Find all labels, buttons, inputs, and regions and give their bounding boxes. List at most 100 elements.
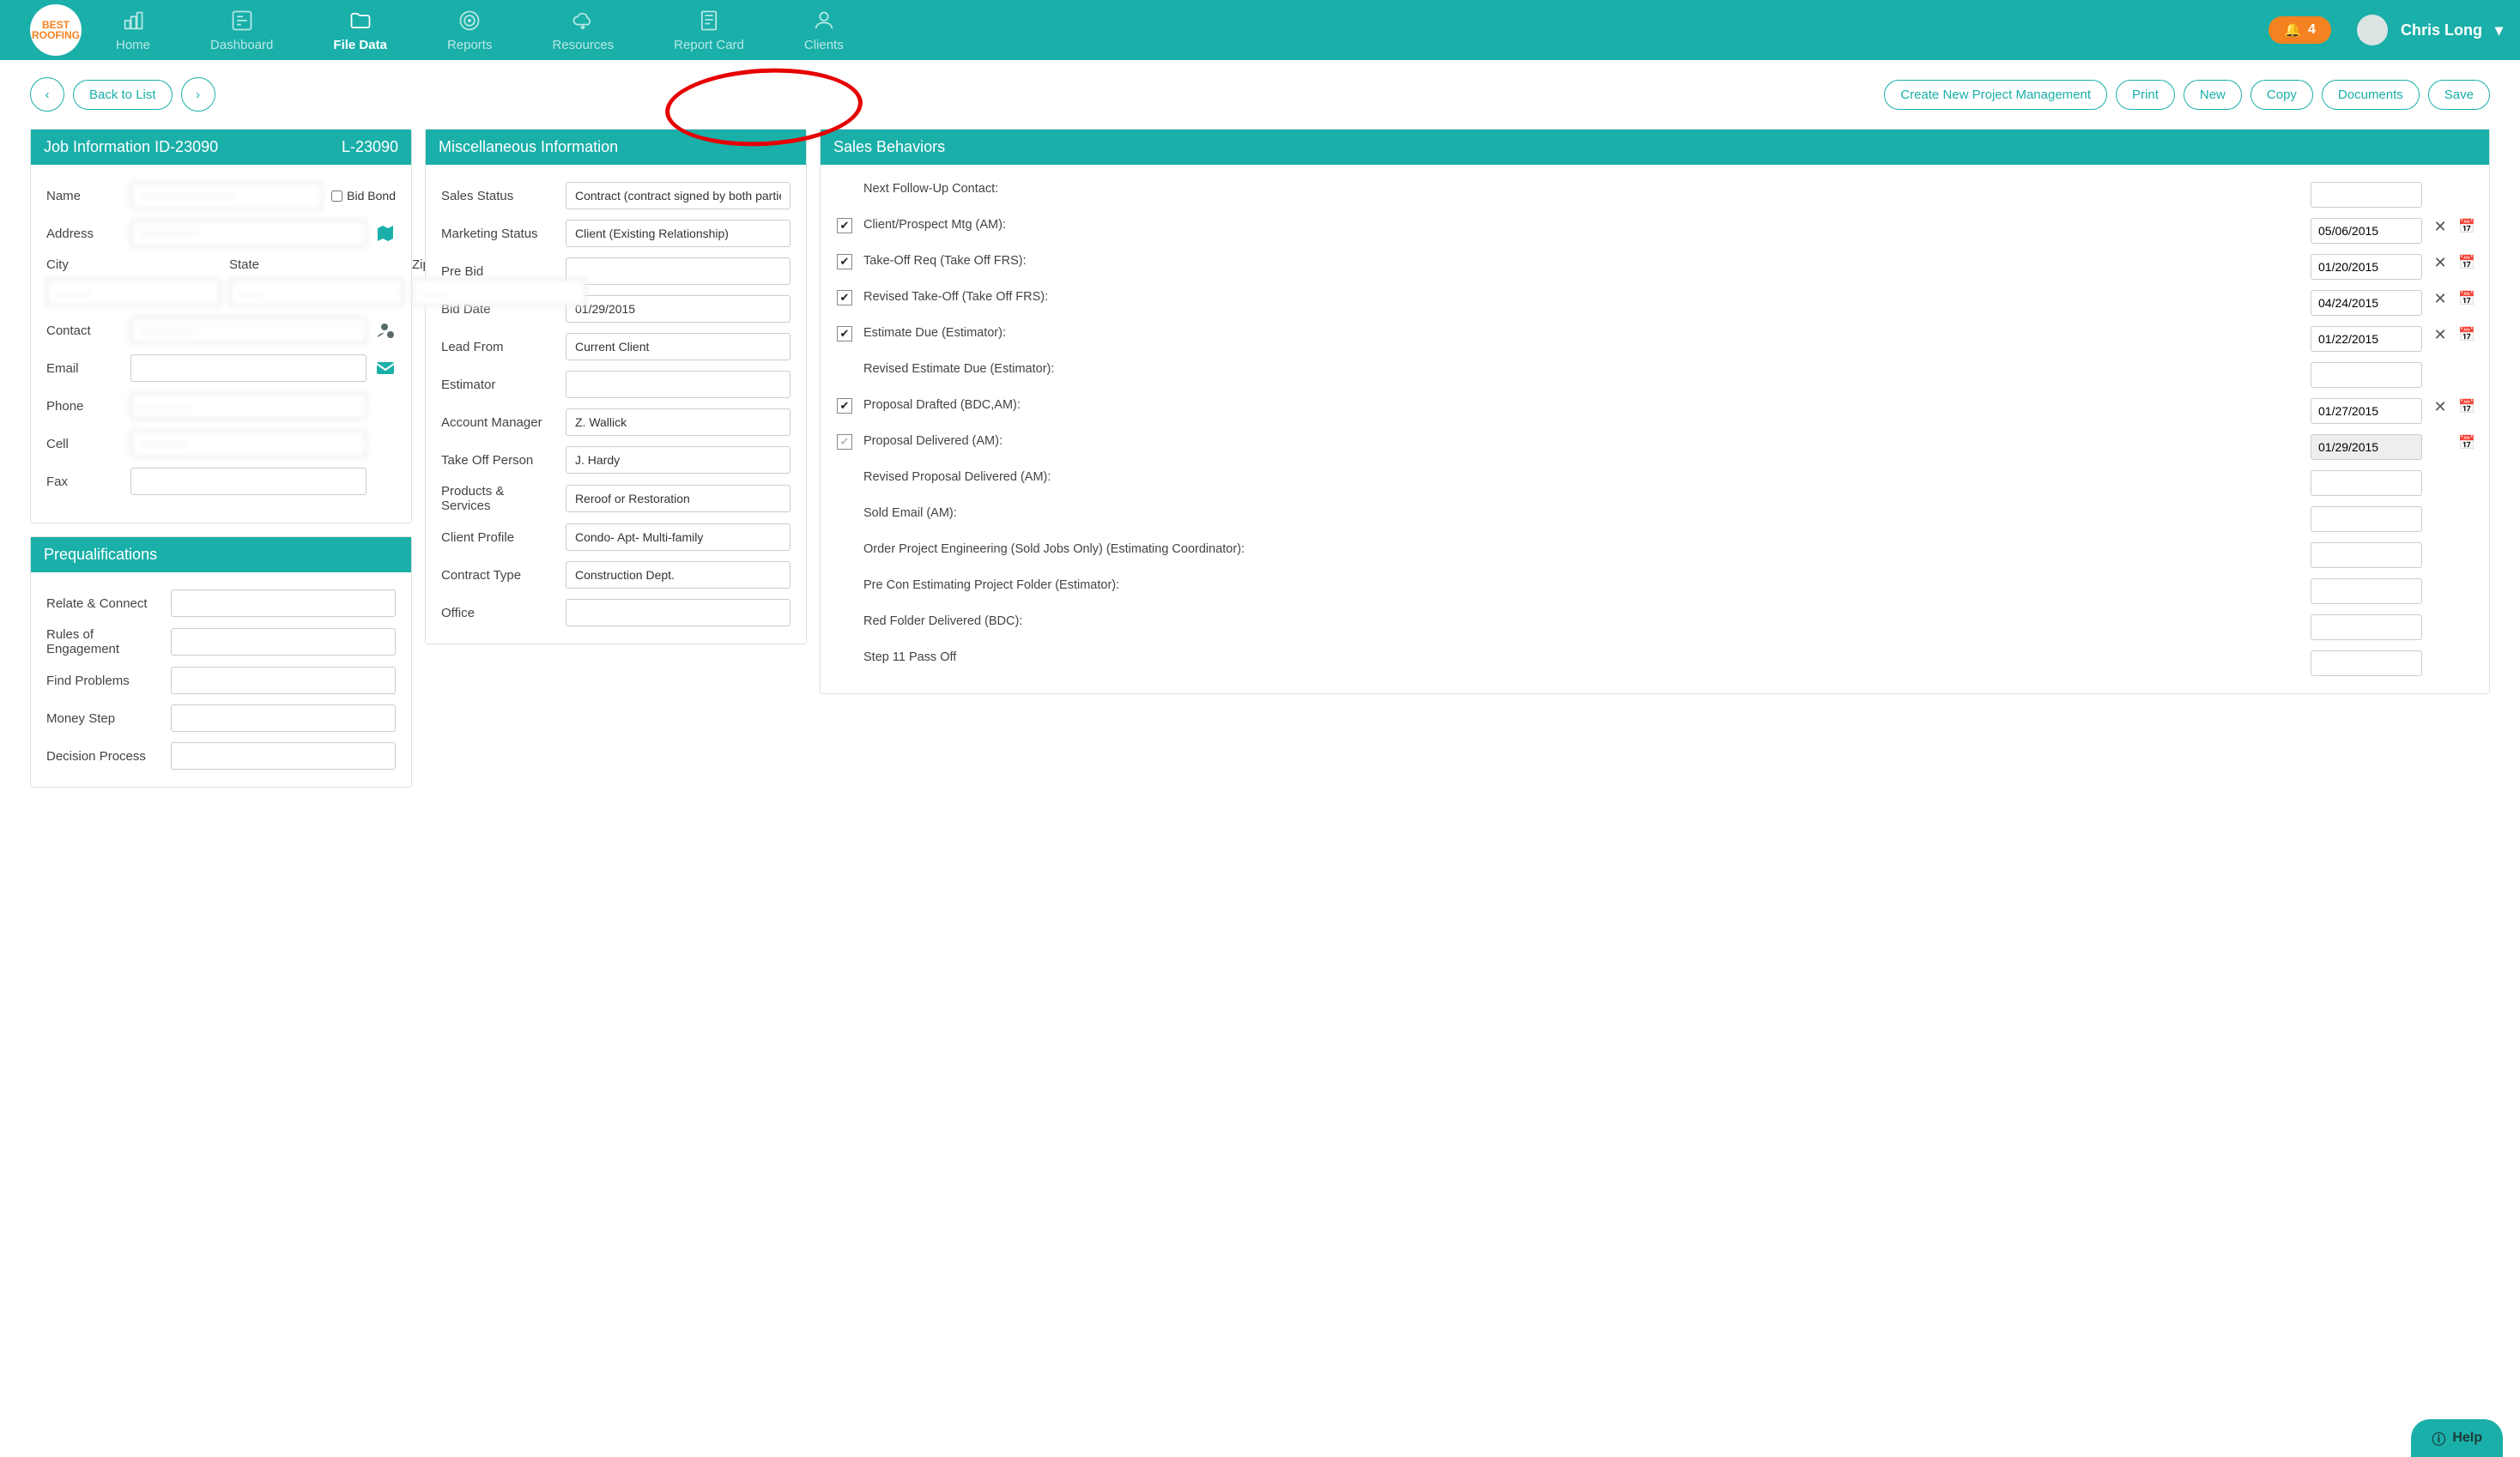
- sales-status-input[interactable]: [566, 182, 791, 209]
- nav-reports[interactable]: Reports: [447, 9, 493, 52]
- field-label: Proposal Delivered (AM):: [863, 434, 2300, 448]
- fax-input[interactable]: [130, 468, 366, 495]
- bell-icon: 🔔: [2284, 21, 2301, 39]
- field-label: Order Project Engineering (Sold Jobs Onl…: [863, 542, 2300, 556]
- email-input[interactable]: [130, 354, 366, 382]
- content-grid: Job Information ID-23090 L-23090 Name Bi…: [0, 129, 2520, 805]
- address-input[interactable]: [130, 220, 366, 247]
- state-input[interactable]: [229, 279, 403, 306]
- marketing-status-input[interactable]: [566, 220, 791, 247]
- map-icon[interactable]: [375, 223, 396, 244]
- bid-date-input[interactable]: [566, 295, 791, 323]
- logo[interactable]: BEST ROOFING: [30, 4, 82, 56]
- take-off-input[interactable]: [566, 446, 791, 474]
- contract-type-input[interactable]: [566, 561, 791, 589]
- pre-bid-input[interactable]: [566, 257, 791, 285]
- notification-badge[interactable]: 🔔 4: [2269, 16, 2331, 44]
- calendar-icon[interactable]: 📅: [2458, 254, 2474, 271]
- add-contact-icon[interactable]: [375, 320, 396, 341]
- order-project-input[interactable]: [2311, 542, 2422, 568]
- relate-connect-input[interactable]: [171, 589, 396, 617]
- checkbox[interactable]: ✔: [837, 326, 852, 342]
- checkbox[interactable]: ✔: [837, 398, 852, 414]
- money-step-input[interactable]: [171, 704, 396, 732]
- cell-input[interactable]: [130, 430, 366, 457]
- panel-header: Prequalifications: [31, 537, 411, 572]
- takeoff-req-input[interactable]: [2311, 254, 2422, 280]
- nav-file-data[interactable]: File Data: [333, 9, 387, 52]
- nav-dashboard[interactable]: Dashboard: [210, 9, 273, 52]
- checkbox[interactable]: ✔: [837, 254, 852, 269]
- mail-icon[interactable]: [375, 358, 396, 378]
- rules-engagement-input[interactable]: [171, 628, 396, 656]
- field-label: Contact: [46, 323, 122, 338]
- create-project-management-button[interactable]: Create New Project Management: [1884, 80, 2107, 110]
- estimate-due-input[interactable]: [2311, 326, 2422, 352]
- field-label: Find Problems: [46, 674, 162, 688]
- avatar: [2357, 15, 2388, 45]
- next-button[interactable]: ›: [181, 77, 215, 112]
- client-profile-input[interactable]: [566, 523, 791, 551]
- documents-button[interactable]: Documents: [2322, 80, 2420, 110]
- copy-button[interactable]: Copy: [2250, 80, 2313, 110]
- checkbox[interactable]: ✔: [837, 218, 852, 233]
- proposal-delivered-input[interactable]: [2311, 434, 2422, 460]
- decision-process-input[interactable]: [171, 742, 396, 770]
- sold-email-input[interactable]: [2311, 506, 2422, 532]
- nav-home[interactable]: Home: [116, 9, 150, 52]
- checkbox[interactable]: ✔: [837, 290, 852, 305]
- clear-icon[interactable]: ✕: [2432, 254, 2448, 272]
- calendar-icon[interactable]: 📅: [2458, 398, 2474, 415]
- prev-button[interactable]: ‹: [30, 77, 64, 112]
- print-button[interactable]: Print: [2116, 80, 2175, 110]
- calendar-icon[interactable]: 📅: [2458, 326, 2474, 343]
- next-followup-input[interactable]: [2311, 182, 2422, 208]
- panel-header: Sales Behaviors: [821, 130, 2489, 165]
- revised-takeoff-input[interactable]: [2311, 290, 2422, 316]
- field-label: Products & Services: [441, 484, 557, 513]
- calendar-icon[interactable]: 📅: [2458, 290, 2474, 307]
- help-icon: ⓘ: [2432, 1428, 2445, 1448]
- bid-bond-checkbox[interactable]: [331, 190, 342, 202]
- nav-clients[interactable]: Clients: [804, 9, 844, 52]
- office-input[interactable]: [566, 599, 791, 626]
- new-button[interactable]: New: [2184, 80, 2242, 110]
- sales-behaviors-panel: Sales Behaviors Next Follow-Up Contact: …: [820, 129, 2490, 694]
- help-widget[interactable]: ⓘ Help: [2411, 1419, 2503, 1457]
- lead-from-input[interactable]: [566, 333, 791, 360]
- products-input[interactable]: [566, 485, 791, 512]
- precon-input[interactable]: [2311, 578, 2422, 604]
- nav-report-card[interactable]: Report Card: [674, 9, 744, 52]
- back-to-list-button[interactable]: Back to List: [73, 80, 173, 110]
- field-label: Decision Process: [46, 749, 162, 764]
- find-problems-input[interactable]: [171, 667, 396, 694]
- revised-estimate-input[interactable]: [2311, 362, 2422, 388]
- prequalifications-panel: Prequalifications Relate & Connect Rules…: [30, 536, 412, 788]
- field-label: Revised Take-Off (Take Off FRS):: [863, 290, 2300, 304]
- step11-input[interactable]: [2311, 650, 2422, 676]
- contact-input[interactable]: [130, 317, 366, 344]
- clear-icon[interactable]: ✕: [2432, 398, 2448, 416]
- estimator-input[interactable]: [566, 371, 791, 398]
- save-button[interactable]: Save: [2428, 80, 2490, 110]
- account-manager-input[interactable]: [566, 408, 791, 436]
- zip-input[interactable]: [412, 279, 586, 306]
- city-input[interactable]: [46, 279, 221, 306]
- name-input[interactable]: [130, 182, 323, 209]
- clear-icon[interactable]: ✕: [2432, 290, 2448, 308]
- field-label: Relate & Connect: [46, 596, 162, 611]
- client-mtg-input[interactable]: [2311, 218, 2422, 244]
- help-label: Help: [2452, 1430, 2482, 1446]
- user-menu[interactable]: Chris Long ▾: [2357, 15, 2503, 45]
- clear-icon[interactable]: ✕: [2432, 218, 2448, 236]
- red-folder-input[interactable]: [2311, 614, 2422, 640]
- nav-label: Dashboard: [210, 38, 273, 52]
- clear-icon[interactable]: ✕: [2432, 326, 2448, 344]
- calendar-icon[interactable]: 📅: [2458, 434, 2474, 451]
- nav-resources[interactable]: Resources: [552, 9, 614, 52]
- proposal-drafted-input[interactable]: [2311, 398, 2422, 424]
- revised-proposal-input[interactable]: [2311, 470, 2422, 496]
- phone-input[interactable]: [130, 392, 366, 420]
- calendar-icon[interactable]: 📅: [2458, 218, 2474, 235]
- checkbox[interactable]: ✔: [837, 434, 852, 450]
